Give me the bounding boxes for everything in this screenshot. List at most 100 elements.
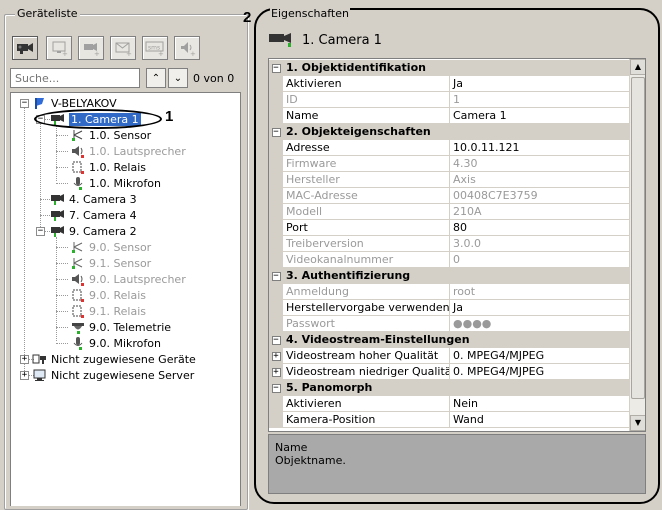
next-result-button[interactable]: ⌄ [168,68,188,88]
collapse-toggle[interactable]: − [271,127,281,137]
category-object-identification[interactable]: − 1. Objektidentifikation [269,60,629,76]
collapse-toggle[interactable]: − [271,335,281,345]
category-object-properties[interactable]: − 2. Objekteigenschaften [269,124,629,140]
tree-item-sensor[interactable]: 9.1. Sensor [70,255,151,271]
property-row[interactable]: Firmware 4.30 [269,156,629,172]
device-list-legend: Geräteliste [15,7,80,20]
add-mail-button[interactable]: + [110,36,136,60]
property-row[interactable]: Hersteller Axis [269,172,629,188]
property-row[interactable]: Videokanalnummer 0 [269,252,629,268]
svg-text:+: + [94,50,100,56]
scroll-down-button[interactable]: ▼ [630,415,645,431]
tree-item-relay[interactable]: 1.0. Relais [70,159,146,175]
tree-item-camera-7[interactable]: 7. Camera 4 [50,207,137,223]
tree-item-label: 9. Camera 2 [69,224,137,238]
tree-item-unassigned-servers[interactable]: Nicht zugewiesene Server [32,367,194,383]
property-row[interactable]: Modell 210A [269,204,629,220]
category-label: 1. Objektidentifikation [283,60,629,76]
svg-text:+: + [158,50,164,56]
object-title: 1. Camera 1 [302,33,382,48]
root-collapse-toggle[interactable]: − [20,99,29,108]
tree-item-label: 4. Camera 3 [69,192,137,206]
category-label: 5. Panomorph [283,380,629,396]
property-grid[interactable]: − 1. Objektidentifikation Aktivieren Ja I… [268,58,646,432]
tree-item-label: 9.0. Mikrofon [89,336,161,350]
tree-item-label: 9.0. Lautsprecher [89,272,186,286]
property-row[interactable]: Herstellervorgabe verwenden Ja [269,300,629,316]
add-camera-button[interactable] [12,36,38,60]
unassigned-devices-icon [32,352,48,366]
camera2-collapse-toggle[interactable]: − [36,227,45,236]
expand-toggle[interactable]: + [271,367,281,377]
monitor-add-icon: + [50,40,68,56]
mail-add-icon: + [114,40,132,56]
property-row[interactable]: Aktivieren Nein [269,396,629,412]
add-sms-button[interactable]: sms + [142,36,168,60]
callout-2: 2 [243,9,252,26]
property-row[interactable]: Name Camera 1 [269,108,629,124]
add-speaker-button[interactable]: + [174,36,200,60]
collapse-toggle[interactable]: − [271,383,281,393]
description-title: Name [275,441,308,454]
property-row[interactable]: + Videostream niedriger Qualität 0. MPEG4/… [269,364,629,380]
tree-item-speaker[interactable]: 9.0. Lautsprecher [70,271,186,287]
category-video-stream[interactable]: − 4. Videostream-Einstellungen [269,332,629,348]
property-description: Name Objektname. [268,434,646,494]
microphone-icon [70,176,86,190]
property-row[interactable]: Port 80 [269,220,629,236]
property-row[interactable]: ID 1 [269,92,629,108]
tree-item-label: Nicht zugewiesene Server [51,368,195,382]
callout-1: 1 [165,108,174,125]
tree-item-sensor[interactable]: 1.0. Sensor [70,127,151,143]
property-row[interactable]: Aktivieren Ja [269,76,629,92]
relay-icon [70,288,86,302]
category-label: 2. Objekteigenschaften [283,124,629,140]
tree-item-camera-4[interactable]: 4. Camera 3 [50,191,137,207]
tree-item-telemetry[interactable]: 9.0. Telemetrie [70,319,171,335]
unassigned-servers-expand-toggle[interactable]: + [20,371,29,380]
tree-item-unassigned-devices[interactable]: Nicht zugewiesene Geräte [32,351,196,367]
tree-item-camera-9[interactable]: 9. Camera 2 [50,223,137,239]
device-tree[interactable]: − − − + + V-BELYAKOV 1. Camera 1 1.0. Se… [10,92,241,506]
computer-icon [32,368,48,382]
tree-item-label: 1.0. Lautsprecher [89,144,186,158]
tree-item-relay[interactable]: 9.1. Relais [70,303,146,319]
property-row[interactable]: Treiberversion 3.0.0 [269,236,629,252]
collapse-toggle[interactable]: − [271,63,281,73]
description-text: Objektname. [275,454,346,467]
tree-item-microphone[interactable]: 9.0. Mikrofon [70,335,161,351]
tree-item-sensor[interactable]: 9.0. Sensor [70,239,151,255]
previous-result-button[interactable]: ⌃ [146,68,166,88]
tree-item-label: 9.0. Relais [89,288,146,302]
search-input[interactable] [10,68,140,88]
search-result-count: 0 von 0 [193,72,235,85]
properties-header: 1. Camera 1 [268,30,382,51]
tree-item-label: 9.0. Sensor [89,240,152,254]
property-row[interactable]: Anmeldung root [269,284,629,300]
tree-item-speaker[interactable]: 1.0. Lautsprecher [70,143,186,159]
scroll-thumb[interactable] [631,77,645,399]
category-authentication[interactable]: − 3. Authentifizierung [269,268,629,284]
tree-item-microphone[interactable]: 1.0. Mikrofon [70,175,161,191]
sensor-icon [70,128,86,142]
property-row[interactable]: Passwort ●●●● [269,316,629,332]
tree-item-label: 1.0. Mikrofon [89,176,161,190]
property-row[interactable]: MAC-Adresse 00408C7E3759 [269,188,629,204]
expand-toggle[interactable]: + [271,351,281,361]
add-device-button[interactable]: + [78,36,104,60]
unassigned-devices-expand-toggle[interactable]: + [20,355,29,364]
tree-item-label: 7. Camera 4 [69,208,137,222]
collapse-toggle[interactable]: − [271,271,281,281]
tree-item-relay[interactable]: 9.0. Relais [70,287,146,303]
property-row[interactable]: Adresse 10.0.11.121 [269,140,629,156]
relay-icon [70,304,86,318]
add-monitor-button[interactable]: + [46,36,72,60]
scroll-up-button[interactable]: ▲ [630,59,645,75]
camera-icon [50,192,66,206]
property-row[interactable]: + Videostream hoher Qualität 0. MPEG4/MJPE… [269,348,629,364]
property-row[interactable]: Kamera-Position Wand [269,412,629,428]
tree-item-label: V-BELYAKOV [51,96,117,110]
tree-item-label: 1.0. Relais [89,160,146,174]
property-grid-scrollbar[interactable]: ▲ ▼ [629,59,645,431]
category-panomorph[interactable]: − 5. Panomorph [269,380,629,396]
